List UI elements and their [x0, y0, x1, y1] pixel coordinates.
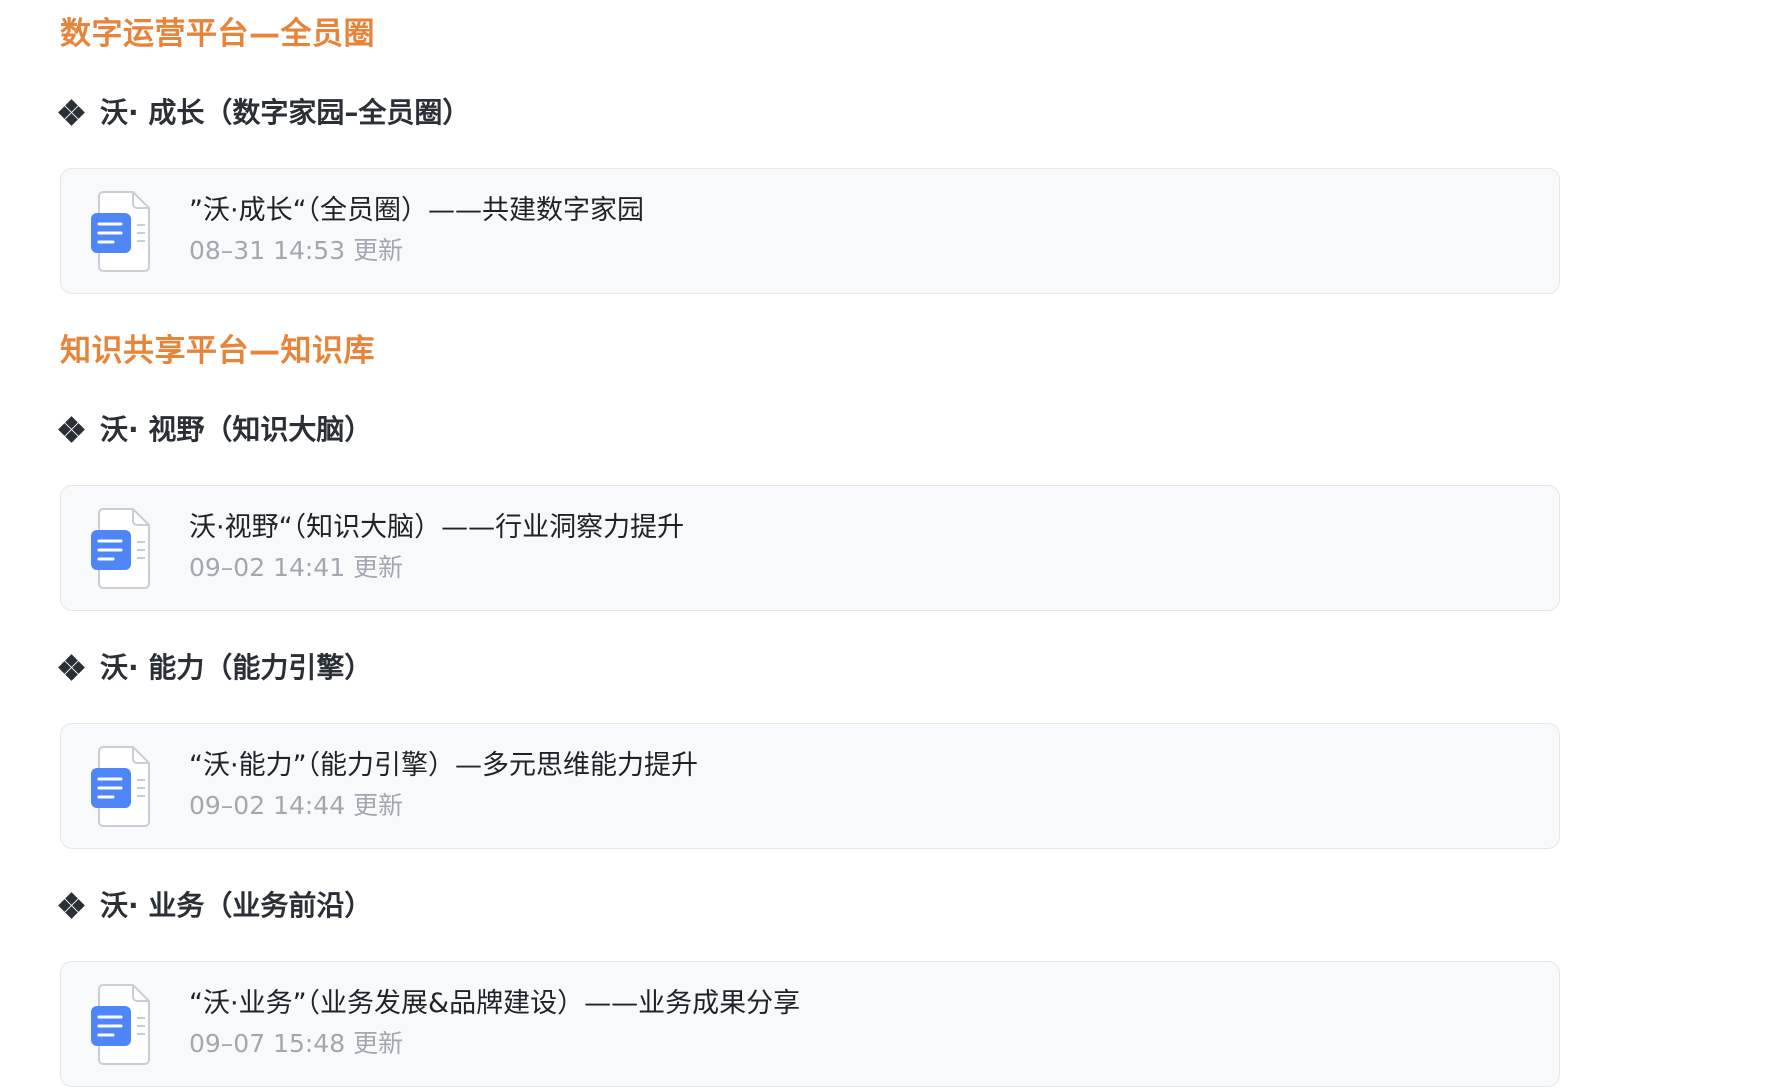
document-icon: [91, 191, 150, 272]
doc-text: “沃·能力”（能力引擎）—多元思维能力提升 09–02 14:44 更新: [189, 748, 698, 824]
diamond-bullet-icon: [58, 99, 85, 126]
doc-updated-time: 09–02 14:44 更新: [189, 791, 404, 820]
subsection-heading-growth: 沃· 成长（数字家园–全员圈）: [58, 93, 471, 133]
doc-card-vision[interactable]: 沃·视野“（知识大脑）——行业洞察力提升 09–02 14:41 更新: [60, 485, 1560, 611]
doc-text: ”沃·成长“（全员圈）——共建数字家园 08–31 14:53 更新: [189, 193, 644, 269]
document-icon: [91, 746, 150, 827]
subsection-heading-vision: 沃· 视野（知识大脑）: [58, 410, 373, 450]
diamond-bullet-icon: [58, 892, 85, 919]
subsection-heading-text: 沃· 成长（数字家园–全员圈）: [100, 96, 471, 129]
diamond-bullet-icon: [58, 654, 85, 681]
section-title-knowledge: 知识共享平台—知识库: [60, 333, 375, 369]
doc-updated-time: 09–02 14:41 更新: [189, 553, 404, 582]
section-title-digital-ops: 数字运营平台—全员圈: [60, 16, 375, 52]
doc-title[interactable]: “沃·业务”（业务发展&品牌建设）——业务成果分享: [189, 986, 800, 1022]
diamond-bullet-icon: [58, 416, 85, 443]
subsection-heading-text: 沃· 业务（业务前沿）: [100, 889, 373, 922]
doc-updated-time: 09–07 15:48 更新: [189, 1029, 404, 1058]
doc-title[interactable]: “沃·能力”（能力引擎）—多元思维能力提升: [189, 748, 698, 784]
doc-title[interactable]: 沃·视野“（知识大脑）——行业洞察力提升: [189, 510, 684, 546]
doc-title[interactable]: ”沃·成长“（全员圈）——共建数字家园: [189, 193, 644, 229]
document-icon: [91, 508, 150, 589]
subsection-heading-text: 沃· 能力（能力引擎）: [100, 651, 373, 684]
document-icon: [91, 984, 150, 1065]
doc-card-growth[interactable]: ”沃·成长“（全员圈）——共建数字家园 08–31 14:53 更新: [60, 168, 1560, 294]
doc-text: 沃·视野“（知识大脑）——行业洞察力提升 09–02 14:41 更新: [189, 510, 684, 586]
doc-card-ability[interactable]: “沃·能力”（能力引擎）—多元思维能力提升 09–02 14:44 更新: [60, 723, 1560, 849]
doc-card-business[interactable]: “沃·业务”（业务发展&品牌建设）——业务成果分享 09–07 15:48 更新: [60, 961, 1560, 1087]
doc-text: “沃·业务”（业务发展&品牌建设）——业务成果分享 09–07 15:48 更新: [189, 986, 800, 1062]
doc-updated-time: 08–31 14:53 更新: [189, 236, 404, 265]
subsection-heading-ability: 沃· 能力（能力引擎）: [58, 648, 373, 688]
subsection-heading-text: 沃· 视野（知识大脑）: [100, 413, 373, 446]
subsection-heading-business: 沃· 业务（业务前沿）: [58, 886, 373, 926]
